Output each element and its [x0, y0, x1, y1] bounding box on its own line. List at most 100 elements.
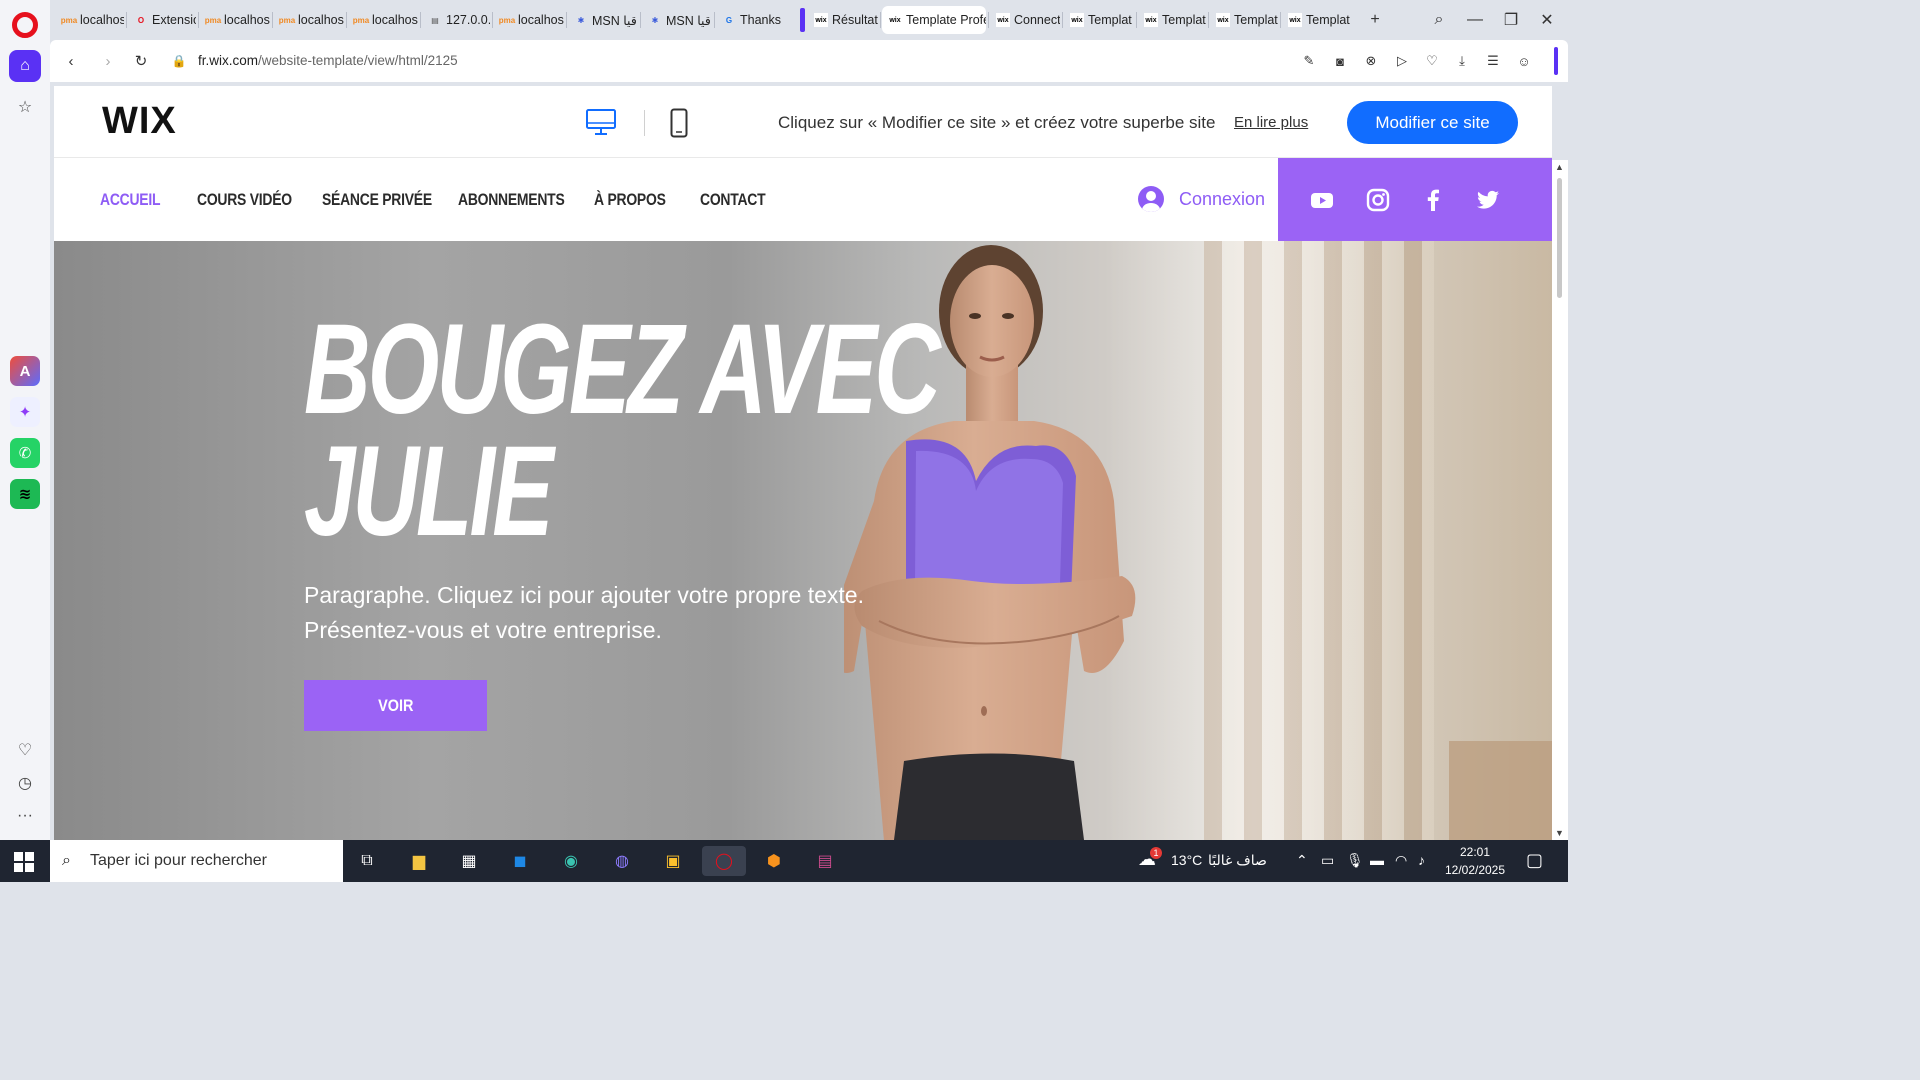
messenger-app-icon[interactable]: ◍ [605, 846, 639, 876]
read-more-link[interactable]: En lire plus [1234, 114, 1308, 131]
edit-site-button[interactable]: Modifier ce site [1347, 101, 1518, 144]
nav-item-abonnements[interactable]: ABONNEMENTS [458, 190, 565, 210]
instagram-icon[interactable] [1366, 188, 1390, 212]
hero-paragraph[interactable]: Paragraphe. Cliquez ici pour ajouter vot… [304, 578, 864, 648]
task-view-icon[interactable]: ⧉ [350, 846, 384, 876]
weather-description[interactable]: صاف غالبًا [1208, 852, 1267, 869]
nav-item-seance-privee[interactable]: SÉANCE PRIVÉE [322, 190, 432, 210]
browser-tab[interactable]: pma localhos [56, 6, 124, 34]
url-field[interactable]: fr.wix.com/website-template/view/html/21… [198, 53, 458, 68]
nav-item-a-propos[interactable]: À PROPOS [594, 190, 666, 210]
xampp-icon[interactable]: ⬢ [757, 846, 791, 876]
browser-tab[interactable]: wix Templat [1282, 6, 1352, 34]
browser-tab-label: Templat [1162, 13, 1206, 27]
browser-tab[interactable]: ▤ 127.0.0. [422, 6, 490, 34]
history-icon[interactable]: ◷ [13, 771, 37, 795]
close-icon[interactable]: ✕ [1532, 8, 1562, 32]
winrar-icon[interactable]: ▤ [808, 846, 842, 876]
play-icon[interactable]: ▷ [1392, 51, 1412, 71]
microphone-icon[interactable]: 🎙 [1346, 852, 1364, 869]
scroll-up-icon[interactable]: ▲ [1555, 162, 1564, 172]
voir-label: VOIR [377, 695, 414, 715]
easy-setup-icon[interactable]: ☰ [1483, 51, 1503, 71]
minimize-icon[interactable]: — [1460, 8, 1490, 32]
search-tabs-icon[interactable]: ⌕ [1424, 8, 1454, 32]
wix-logo[interactable]: WIX [102, 100, 177, 143]
clock-time: 22:01 [1459, 845, 1491, 859]
reload-icon[interactable]: ↻ [130, 50, 152, 72]
desktop-view-icon[interactable] [586, 108, 616, 136]
forward-icon[interactable]: › [97, 50, 119, 72]
tab-strip: pma localhos O Extensio pma localhos pma localh… [50, 0, 1568, 40]
browser-tab[interactable]: pma localhos [348, 6, 418, 34]
spotify-icon[interactable]: ≋ [10, 479, 40, 509]
opera-taskbar-icon[interactable]: ◯ [702, 846, 746, 876]
wix-icon: wix [814, 13, 828, 27]
aria-icon[interactable]: A [10, 356, 40, 386]
weather-temperature[interactable]: 13°C [1171, 852, 1202, 868]
scroll-thumb[interactable] [1557, 178, 1562, 298]
browser-tab[interactable]: wix Templat [1138, 6, 1206, 34]
browser-tab[interactable]: wix Résultat [808, 6, 878, 34]
facebook-icon[interactable] [1421, 188, 1445, 212]
voir-button[interactable]: VOIR [304, 680, 487, 731]
browser-tab[interactable]: wix Template Profe [882, 6, 986, 34]
volume-icon[interactable]: ♪ [1418, 852, 1425, 868]
pma-icon: pma [498, 15, 516, 25]
hero-heading[interactable]: BOUGEZ AVEC JULIE [304, 306, 941, 556]
tab-separator [492, 12, 493, 28]
browser-tab[interactable]: wix Templat [1210, 6, 1278, 34]
nav-item-accueil[interactable]: ACCUEIL [100, 190, 160, 210]
scroll-down-icon[interactable]: ▼ [1555, 828, 1564, 838]
browser-tab[interactable]: pma localhos [494, 6, 564, 34]
favorite-icon[interactable]: ♡ [1422, 51, 1442, 71]
opera-logo-icon[interactable] [12, 12, 38, 38]
browser-tab[interactable]: wix Connect [990, 6, 1060, 34]
edge-icon[interactable]: ◉ [554, 846, 588, 876]
camera-icon[interactable]: ◙ [1330, 51, 1350, 71]
browser-tab[interactable]: pma localhos [274, 6, 344, 34]
more-icon[interactable]: ··· [13, 804, 37, 828]
restore-icon[interactable]: ❐ [1496, 8, 1526, 32]
mobile-view-icon[interactable] [670, 108, 688, 138]
meet-icon[interactable]: ▭ [1321, 852, 1334, 869]
messenger-icon[interactable]: ✦ [10, 397, 40, 427]
whatsapp-icon[interactable]: ✆ [10, 438, 40, 468]
browser-tab[interactable]: wix Templat [1064, 6, 1134, 34]
outlook-icon[interactable]: ◼ [503, 846, 537, 876]
nav-item-cours-video[interactable]: COURS VIDÉO [197, 190, 292, 210]
notifications-icon[interactable]: ▢ [1526, 850, 1543, 871]
adblock-icon[interactable]: ⊗ [1361, 51, 1381, 71]
taskbar-search[interactable]: ⌕ Taper ici pour rechercher [50, 840, 343, 882]
heart-icon[interactable]: ♡ [13, 738, 37, 762]
login-button[interactable]: Connexion [1138, 186, 1265, 212]
file-explorer-icon[interactable]: ▆ [402, 846, 436, 876]
nav-item-contact[interactable]: CONTACT [700, 190, 766, 210]
edit-page-icon[interactable]: ✎ [1299, 51, 1319, 71]
tab-separator [1136, 12, 1137, 28]
back-icon[interactable]: ‹ [60, 50, 82, 72]
browser-tab[interactable]: O Extensio [128, 6, 196, 34]
battery-icon[interactable]: ▬ [1370, 852, 1384, 868]
home-icon[interactable]: ⌂ [9, 50, 41, 82]
new-tab-button[interactable]: + [1360, 8, 1390, 32]
store-icon[interactable]: ▦ [452, 846, 486, 876]
wix-icon: wix [1216, 13, 1230, 27]
browser-tab[interactable]: ✱ MSN قيا [568, 6, 638, 34]
lock-icon[interactable]: 🔒 [168, 50, 190, 72]
browser-tab[interactable]: G Thanks [716, 6, 786, 34]
browser-tab[interactable]: pma localhos [200, 6, 270, 34]
tab-separator [1280, 12, 1281, 28]
youtube-icon[interactable] [1310, 188, 1334, 212]
twitter-icon[interactable] [1476, 188, 1500, 212]
download-icon[interactable]: ⤓ [1452, 51, 1472, 71]
chevron-up-icon[interactable]: ⌃ [1296, 852, 1308, 869]
browser-tab[interactable]: ✱ MSN قيا [642, 6, 712, 34]
page-scrollbar[interactable]: ▲ ▼ [1552, 160, 1568, 840]
wifi-icon[interactable]: ◠ [1395, 852, 1407, 869]
system-clock[interactable]: 22:01 12/02/2025 [1440, 843, 1510, 879]
star-icon[interactable]: ☆ [13, 95, 37, 119]
profile-icon[interactable]: ☺ [1514, 51, 1534, 71]
jetbrains-icon[interactable]: ▣ [656, 846, 690, 876]
windows-start-icon[interactable] [14, 852, 34, 872]
